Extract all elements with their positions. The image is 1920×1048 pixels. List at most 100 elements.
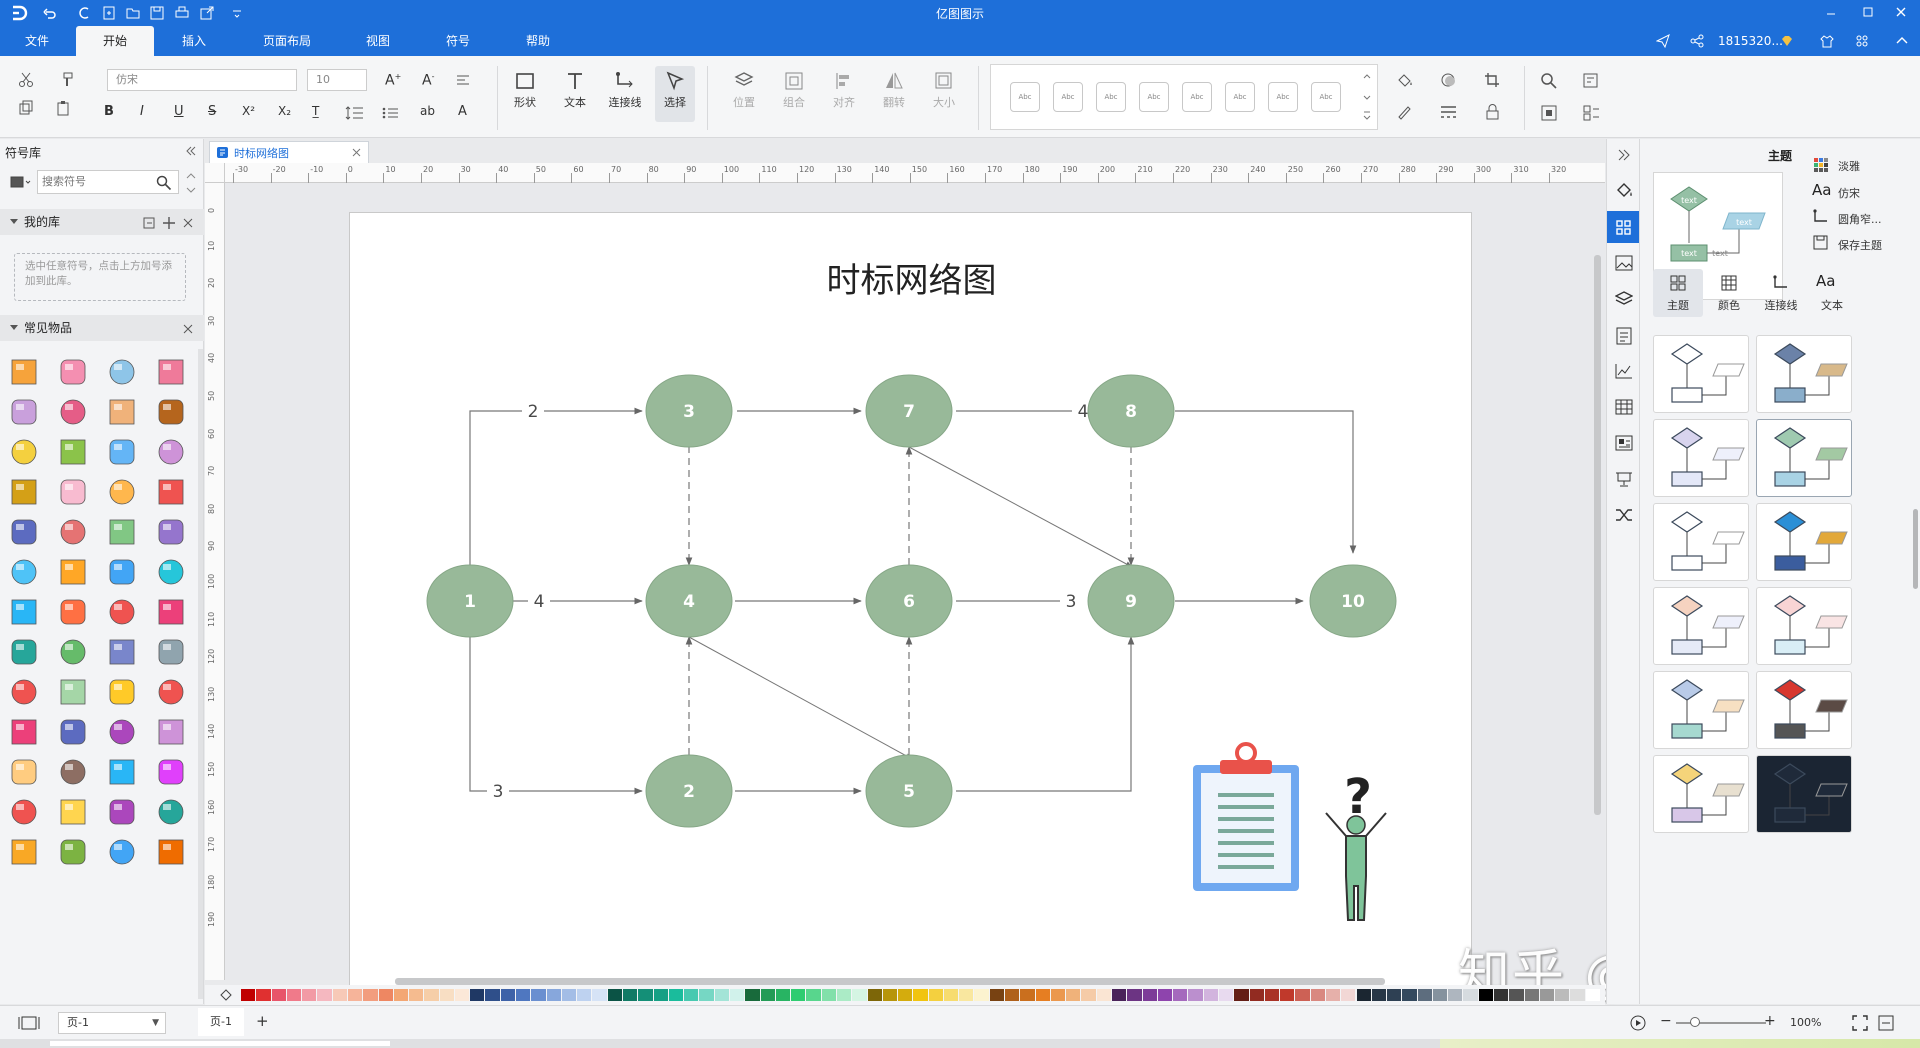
library-item-icon[interactable]	[53, 794, 93, 834]
library-item-icon[interactable]	[102, 674, 142, 714]
select-button[interactable]: 选择	[655, 66, 695, 122]
color-swatch[interactable]	[256, 989, 271, 1001]
expand-arrow-icon[interactable]	[9, 324, 19, 332]
presentation-icon[interactable]	[1615, 471, 1633, 487]
library-item-icon[interactable]	[151, 554, 191, 594]
shadow-icon[interactable]	[1440, 72, 1458, 88]
theme-option-font[interactable]: 仿宋	[1838, 185, 1860, 201]
color-swatch[interactable]	[1264, 989, 1280, 1001]
library-item-icon[interactable]	[4, 594, 44, 634]
color-swatch[interactable]	[668, 989, 684, 1001]
library-item-icon[interactable]	[53, 594, 93, 634]
color-swatch[interactable]	[1295, 989, 1310, 1001]
find-replace-icon[interactable]	[1582, 72, 1600, 90]
color-swatch[interactable]	[1173, 989, 1188, 1001]
tab-file[interactable]: 文件	[12, 26, 62, 56]
flip-button[interactable]: 翻转	[874, 66, 914, 122]
tab-insert[interactable]: 插入	[166, 26, 222, 56]
color-swatch[interactable]	[943, 989, 959, 1001]
clipboard-icon[interactable]	[1193, 742, 1299, 891]
connector-button[interactable]: 连接线	[605, 66, 645, 122]
group-button[interactable]: 组合	[774, 66, 814, 122]
color-swatch[interactable]	[974, 989, 989, 1001]
color-swatch[interactable]	[1555, 989, 1570, 1001]
document-tab[interactable]: 时标网络图	[209, 141, 369, 163]
color-swatch[interactable]	[1463, 989, 1478, 1001]
color-swatch[interactable]	[1494, 989, 1509, 1001]
color-swatch[interactable]	[1417, 989, 1432, 1001]
color-swatch[interactable]	[241, 989, 256, 1001]
import-icon[interactable]	[142, 216, 156, 230]
color-swatch[interactable]	[561, 989, 577, 1001]
library-scrollbar[interactable]	[198, 349, 203, 999]
search-symbol-input[interactable]	[42, 174, 152, 190]
chart-icon[interactable]	[1615, 363, 1633, 379]
paste-icon[interactable]	[56, 100, 74, 116]
library-item-icon[interactable]	[53, 834, 93, 874]
library-item-icon[interactable]	[53, 514, 93, 554]
color-swatch[interactable]	[409, 989, 424, 1001]
library-item-icon[interactable]	[151, 674, 191, 714]
edge-1-2[interactable]	[469, 635, 643, 795]
library-item-icon[interactable]	[102, 714, 142, 754]
library-item-icon[interactable]	[151, 474, 191, 514]
expand-panel-icon[interactable]	[1617, 149, 1631, 161]
theme-card[interactable]	[1756, 671, 1852, 749]
color-swatch[interactable]	[623, 989, 638, 1001]
network-diagram[interactable]: 2 3 5 4 4 5 6 3 3 6 7 1 3 7 8 4 6 9 10 2…	[350, 213, 1473, 1007]
library-item-icon[interactable]	[53, 554, 93, 594]
vertical-ruler[interactable]: 0 10 20 30 40 50 60 70 80 90 100 110 120 130 140 150 160…	[205, 183, 225, 980]
zoom-slider-handle[interactable]	[1690, 1017, 1700, 1027]
color-swatch[interactable]	[302, 989, 317, 1001]
color-swatch[interactable]	[791, 989, 806, 1001]
style-swatch-8[interactable]: Abc	[1311, 82, 1341, 112]
color-swatch[interactable]	[775, 989, 791, 1001]
library-item-icon[interactable]	[151, 354, 191, 394]
shuffle-icon[interactable]	[1615, 507, 1633, 523]
theme-card[interactable]	[1653, 335, 1749, 413]
library-item-icon[interactable]	[151, 794, 191, 834]
shirt-icon[interactable]	[1820, 34, 1834, 48]
underline-icon[interactable]: U	[174, 104, 184, 119]
color-swatch[interactable]	[1218, 989, 1234, 1001]
edge-7-9[interactable]	[908, 446, 1133, 568]
color-swatch[interactable]	[1234, 989, 1249, 1001]
library-item-icon[interactable]	[102, 754, 142, 794]
close-tab-icon[interactable]	[352, 148, 361, 157]
library-item-icon[interactable]	[53, 634, 93, 674]
color-swatch[interactable]	[959, 989, 974, 1001]
library-item-icon[interactable]	[102, 394, 142, 434]
fullscreen-icon[interactable]	[1852, 1015, 1868, 1031]
superscript-icon[interactable]: X²	[242, 104, 255, 118]
position-button[interactable]: 位置	[724, 66, 764, 122]
color-swatch[interactable]	[806, 989, 821, 1001]
color-swatch[interactable]	[1387, 989, 1402, 1001]
theme-card[interactable]	[1653, 671, 1749, 749]
color-swatch[interactable]	[1020, 989, 1035, 1001]
color-swatch[interactable]	[1524, 989, 1539, 1001]
theme-card[interactable]	[1756, 503, 1852, 581]
library-item-icon[interactable]	[102, 554, 142, 594]
color-swatch[interactable]	[729, 989, 745, 1001]
format-painter-icon[interactable]	[58, 72, 74, 88]
color-swatch[interactable]	[347, 989, 363, 1001]
tab-help[interactable]: 帮助	[510, 26, 566, 56]
node-6[interactable]: 6	[865, 564, 953, 638]
library-item-icon[interactable]	[102, 354, 142, 394]
theme-card[interactable]	[1756, 419, 1852, 497]
node-4[interactable]: 4	[645, 564, 733, 638]
page-icon[interactable]	[1616, 327, 1632, 345]
search-icon[interactable]	[1540, 72, 1558, 90]
bold-icon[interactable]: B	[104, 104, 114, 119]
library-item-icon[interactable]	[4, 834, 44, 874]
library-item-icon[interactable]	[151, 834, 191, 874]
color-swatch[interactable]	[363, 989, 378, 1001]
color-swatch[interactable]	[470, 989, 485, 1001]
font-family-select[interactable]: 仿宋	[107, 69, 297, 91]
tab-start[interactable]: 开始	[76, 26, 154, 56]
color-swatch[interactable]	[653, 989, 668, 1001]
node-10[interactable]: 10	[1309, 564, 1397, 638]
layers-icon[interactable]	[1615, 291, 1633, 307]
tab-theme[interactable]: 主题	[1653, 297, 1703, 313]
color-swatch[interactable]	[516, 989, 531, 1001]
